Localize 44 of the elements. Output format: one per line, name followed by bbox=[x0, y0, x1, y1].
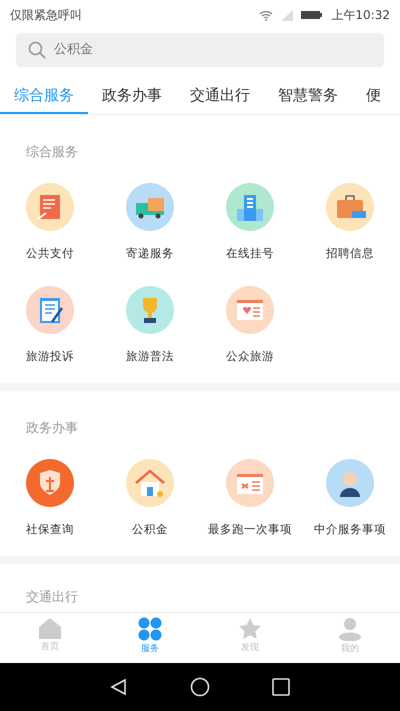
service-item[interactable]: 社保查询 bbox=[0, 458, 100, 538]
star-icon bbox=[238, 617, 262, 640]
user-icon bbox=[338, 617, 362, 641]
notice-board-icon bbox=[226, 458, 274, 506]
service-item[interactable]: 公众旅游 bbox=[200, 286, 300, 365]
recents-icon[interactable] bbox=[272, 678, 290, 696]
category-tab[interactable]: 智慧警务 bbox=[264, 79, 352, 114]
receipt-icon bbox=[26, 182, 74, 230]
wifi-icon bbox=[259, 10, 274, 20]
service-item[interactable]: 中介服务事项 bbox=[300, 458, 400, 538]
person-icon bbox=[326, 458, 374, 506]
service-item[interactable]: 招聘信息 bbox=[300, 182, 400, 262]
service-item[interactable]: 公积金 bbox=[100, 458, 200, 538]
shield-icon bbox=[26, 458, 74, 506]
signal-icon bbox=[281, 10, 294, 20]
search-field[interactable]: 公积金 bbox=[16, 33, 384, 67]
heart-card-icon bbox=[226, 286, 274, 334]
clock-text: 上午10:32 bbox=[331, 7, 390, 24]
category-tab[interactable]: 便 bbox=[352, 79, 395, 114]
briefcase-icon bbox=[326, 182, 374, 230]
category-tab[interactable]: 交通出行 bbox=[176, 79, 264, 114]
service-item[interactable]: 最多跑一次事项 bbox=[200, 458, 300, 538]
search-input[interactable]: 公积金 bbox=[54, 40, 372, 60]
category-tab[interactable]: 政务办事 bbox=[88, 79, 176, 114]
home-icon bbox=[38, 617, 62, 639]
service-item[interactable]: 旅游普法 bbox=[100, 286, 200, 365]
house-icon bbox=[126, 458, 174, 506]
service-item[interactable]: 寄递服务 bbox=[100, 182, 200, 262]
trophy-icon bbox=[126, 286, 174, 334]
home-icon[interactable] bbox=[190, 677, 210, 697]
service-item[interactable]: 公共支付 bbox=[0, 182, 100, 262]
grid-icon bbox=[138, 617, 162, 641]
battery-icon bbox=[301, 10, 324, 20]
section-title: 综合服务 bbox=[25, 144, 79, 162]
clipboard-icon bbox=[26, 286, 74, 334]
service-item[interactable]: 旅游投诉 bbox=[0, 286, 100, 365]
carrier-text: 仅限紧急呼叫 bbox=[10, 7, 82, 24]
section-title: 交通出行 bbox=[25, 588, 79, 607]
search-icon bbox=[28, 41, 46, 59]
hospital-building-icon bbox=[226, 182, 274, 230]
truck-icon bbox=[126, 182, 174, 230]
section-title: 政务办事 bbox=[25, 420, 79, 438]
back-icon[interactable] bbox=[110, 678, 128, 696]
service-item[interactable]: 在线挂号 bbox=[200, 182, 300, 262]
